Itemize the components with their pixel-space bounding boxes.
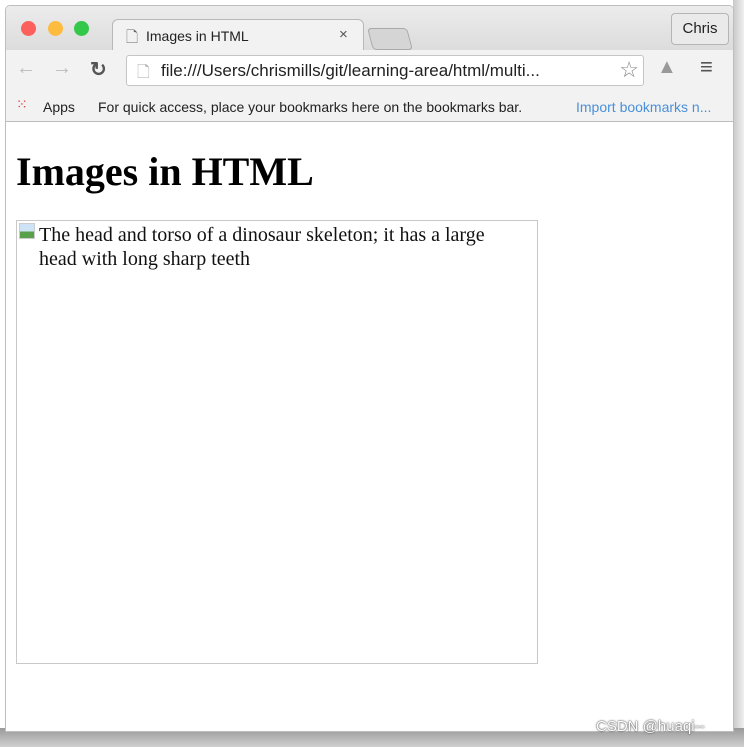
reload-button[interactable]: ↻: [90, 57, 107, 82]
apps-link[interactable]: Apps: [43, 99, 75, 115]
bookmarks-bar: ⁙ Apps For quick access, place your book…: [6, 90, 733, 122]
minimize-window-button[interactable]: [48, 21, 63, 36]
url-text: file:///Users/chrismills/git/learning-ar…: [161, 61, 540, 80]
drive-icon[interactable]: ▲: [657, 56, 677, 79]
close-window-button[interactable]: [21, 21, 36, 36]
window-shadow: [733, 0, 744, 747]
forward-button[interactable]: →: [52, 57, 72, 80]
watermark: CSDN @huaqi--: [596, 718, 705, 735]
toolbar: ← → ↻ 🗋 file:///Users/chrismills/git/lea…: [6, 50, 733, 90]
browser-window: 🗋 Images in HTML × Chris ← → ↻ 🗋 file://…: [5, 5, 734, 732]
address-bar[interactable]: 🗋 file:///Users/chrismills/git/learning-…: [126, 55, 644, 86]
apps-grid-icon: ⁙: [16, 96, 28, 112]
tab-title: Images in HTML: [146, 28, 249, 44]
broken-image: The head and torso of a dinosaur skeleto…: [16, 220, 538, 664]
menu-icon[interactable]: ≡: [700, 54, 713, 80]
file-icon: 🗋: [137, 64, 150, 81]
broken-image-icon: [19, 223, 35, 239]
zoom-window-button[interactable]: [74, 21, 89, 36]
image-alt-text: The head and torso of a dinosaur skeleto…: [39, 224, 485, 270]
bookmark-star-icon[interactable]: ☆: [619, 57, 639, 83]
new-tab-button[interactable]: [367, 28, 413, 50]
tab-close-button[interactable]: ×: [339, 26, 348, 43]
page-icon: 🗋: [126, 29, 139, 46]
title-bar: 🗋 Images in HTML × Chris: [6, 6, 733, 51]
back-button[interactable]: ←: [16, 57, 36, 80]
profile-button[interactable]: Chris: [671, 13, 729, 45]
import-bookmarks-link[interactable]: Import bookmarks n...: [576, 99, 711, 115]
page-title: Images in HTML: [16, 149, 314, 194]
bookmarks-hint: For quick access, place your bookmarks h…: [98, 99, 523, 115]
